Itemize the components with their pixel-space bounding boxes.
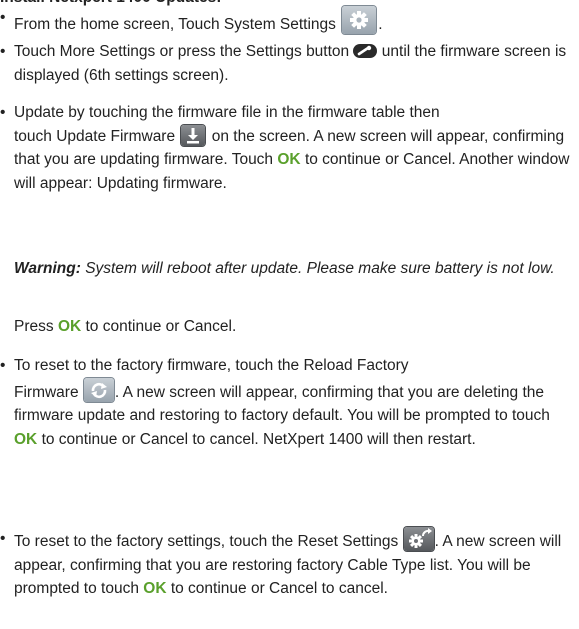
wrench-icon [353, 44, 378, 58]
ok-keyword: OK [143, 580, 167, 597]
bullet-line: To reset to the factory firmware, touch … [14, 357, 409, 374]
bullet-text: To reset to the factory settings, touch … [14, 533, 399, 550]
bullet-update-firmware: • Update by touching the firmware file i… [0, 101, 570, 195]
bullet-dot: • [0, 9, 6, 26]
press-text: Press [14, 318, 54, 335]
bullet-dot: • [0, 357, 6, 374]
document-page: Install Netxpert 1400 Updates: • From th… [0, 0, 579, 629]
warning-note: Warning: System will reboot after update… [14, 257, 570, 281]
press-ok-line: Press OK to continue or Cancel. [14, 315, 570, 339]
bullet-reload-factory-firmware: • To reset to the factory firmware, touc… [0, 354, 570, 451]
bullet-more-settings: • Touch More Settings or press the Setti… [0, 40, 570, 87]
warning-text: System will reboot after update. Please … [85, 260, 555, 277]
ok-keyword: OK [14, 430, 38, 448]
warning-label: Warning: [14, 260, 81, 277]
bullet-reset-settings: • To reset to the factory settings, touc… [0, 527, 570, 601]
bullet-text: From the home screen, Touch System Setti… [14, 16, 336, 33]
ok-keyword: OK [57, 318, 82, 335]
bullet-text: Firmware [14, 383, 79, 401]
bullet-text-end: to continue or Cancel to cancel. [170, 580, 388, 597]
reload-icon [83, 377, 114, 402]
bullet-system-settings: • From the home screen, Touch System Set… [0, 6, 570, 37]
bullet-line: Update by touching the firmware file in … [14, 104, 440, 121]
bullet-text-end: . [378, 16, 383, 33]
press-text-end: to continue or Cancel. [85, 318, 237, 335]
reset-settings-icon [403, 527, 434, 551]
bullet-dot: • [0, 530, 6, 547]
bullet-dot: • [0, 104, 6, 121]
gear-icon [342, 6, 377, 34]
ok-keyword: OK [277, 151, 301, 168]
bullet-text-end: to continue or Cancel to cancel. NetXper… [41, 430, 476, 448]
bullet-dot: • [0, 43, 6, 60]
bullet-text: Touch More Settings or press the Setting… [14, 43, 350, 60]
bullet-text: touch Update Firmware [14, 127, 176, 145]
download-icon [181, 124, 206, 146]
